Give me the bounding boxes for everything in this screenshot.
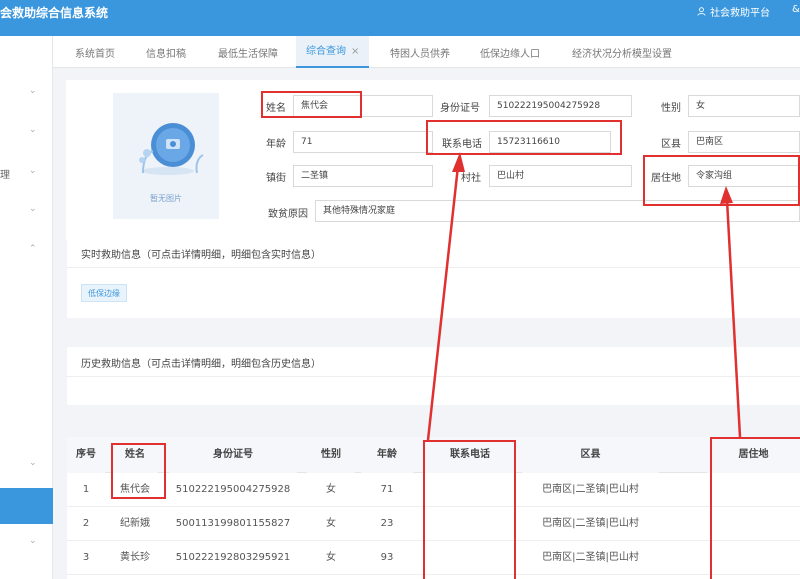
no-image-caption: 暂无图片 bbox=[150, 194, 182, 203]
cell-name: 黄长珍 bbox=[120, 552, 150, 563]
sidebar-item-label[interactable]: 理 bbox=[0, 166, 10, 181]
col-header-index: 序号 bbox=[67, 437, 105, 473]
col-header-name: 姓名 bbox=[112, 437, 158, 473]
id-number-input[interactable]: 510222195004275928 bbox=[489, 95, 632, 117]
cell-age: 23 bbox=[380, 518, 394, 529]
cell-id: 510222195004275928 bbox=[175, 484, 291, 495]
village-input[interactable]: 巴山村 bbox=[489, 165, 632, 187]
sidebar: ⌄ ⌄ 理 ⌄ ⌄ ⌃ ⌄ ⌄ bbox=[0, 36, 53, 579]
low-income-edge-tag[interactable]: 低保边缘 bbox=[81, 284, 127, 302]
cell-district: 巴南区|二圣镇|巴山村 bbox=[542, 484, 639, 495]
phone-input[interactable]: 15723116610 bbox=[489, 131, 611, 153]
id-number-label: 身份证号 bbox=[440, 103, 480, 114]
cell-residence bbox=[707, 541, 800, 575]
col-header-id: 身份证号 bbox=[169, 437, 297, 473]
age-input[interactable]: 71 bbox=[293, 131, 433, 153]
phone-label: 联系电话 bbox=[442, 139, 482, 150]
realtime-assistance-panel: 实时救助信息（可点击详情明细，明细包含实时信息） 低保边缘 bbox=[67, 238, 800, 318]
street-input[interactable]: 二圣镇 bbox=[293, 165, 433, 187]
cell-name: 焦代会 bbox=[120, 484, 150, 495]
sidebar-chevron-6-icon[interactable]: ⌄ bbox=[29, 458, 37, 468]
top-header: 会救助综合信息系统 社会救助平台 & bbox=[0, 0, 800, 36]
tab-comprehensive-query-label: 综合查询 bbox=[306, 46, 346, 57]
col-header-residence: 居住地 bbox=[707, 437, 800, 473]
table-row[interactable]: 1 焦代会 510222195004275928 女 71 巴南区|二圣镇|巴山… bbox=[67, 473, 800, 507]
sidebar-active-item[interactable] bbox=[0, 488, 53, 524]
results-table: 序号 姓名 身份证号 性别 年龄 联系电话 区县 居住地 1 焦代会 51022… bbox=[67, 437, 800, 579]
village-label: 村社 bbox=[461, 173, 481, 184]
header-overflow-text: & bbox=[792, 4, 800, 15]
cell-district: 巴南区|二圣镇|巴山村 bbox=[542, 518, 639, 529]
sidebar-chevron-4-icon[interactable]: ⌄ bbox=[29, 204, 37, 214]
panel-divider bbox=[67, 267, 800, 268]
gender-label: 性别 bbox=[661, 103, 681, 114]
cell-residence bbox=[707, 473, 800, 507]
col-header-gender: 性别 bbox=[307, 437, 355, 473]
cell-phone bbox=[424, 473, 516, 507]
cell-phone bbox=[424, 507, 516, 541]
district-input[interactable]: 巴南区 bbox=[688, 131, 800, 153]
cell-residence bbox=[707, 507, 800, 541]
name-label: 姓名 bbox=[266, 103, 286, 114]
poverty-reason-label: 致贫原因 bbox=[268, 209, 308, 220]
panel-divider bbox=[67, 376, 800, 377]
cell-index: 2 bbox=[82, 518, 90, 529]
tab-info[interactable]: 信息扣稿 bbox=[146, 45, 186, 60]
cell-id: 500113199801155827 bbox=[175, 518, 291, 529]
tab-low-income-edge[interactable]: 低保边缘人口 bbox=[480, 45, 540, 60]
sidebar-chevron-3-icon[interactable]: ⌄ bbox=[29, 166, 37, 176]
poverty-reason-input[interactable]: 其他特殊情况家庭 bbox=[315, 200, 800, 222]
history-panel-title: 历史救助信息（可点击详情明细，明细包含历史信息） bbox=[81, 359, 321, 370]
close-icon[interactable]: × bbox=[351, 46, 359, 57]
col-header-district: 区县 bbox=[522, 437, 659, 473]
tab-bar: 系统首页 信息扣稿 最低生活保障 综合查询 × 特困人员供养 低保边缘人口 经济状… bbox=[53, 36, 800, 68]
cell-id: 510222192803295921 bbox=[175, 552, 291, 563]
photo-placeholder: 暂无图片 bbox=[113, 93, 219, 219]
tab-min-living[interactable]: 最低生活保障 bbox=[218, 45, 278, 60]
realtime-panel-title: 实时救助信息（可点击详情明细，明细包含实时信息） bbox=[81, 250, 321, 261]
cell-gender: 女 bbox=[326, 552, 336, 563]
app-title: 会救助综合信息系统 bbox=[0, 6, 109, 20]
user-icon bbox=[697, 7, 706, 16]
gender-input[interactable]: 女 bbox=[688, 95, 800, 117]
district-label: 区县 bbox=[661, 139, 681, 150]
residence-label: 居住地 bbox=[651, 173, 681, 184]
cell-phone bbox=[424, 541, 516, 575]
cell-age: 71 bbox=[380, 484, 394, 495]
cell-name: 纪新娥 bbox=[120, 518, 150, 529]
cell-index: 3 bbox=[82, 552, 90, 563]
tab-special-support[interactable]: 特困人员供养 bbox=[390, 45, 450, 60]
table-row[interactable]: 2 纪新娥 500113199801155827 女 23 巴南区|二圣镇|巴山… bbox=[67, 507, 800, 541]
cell-index: 1 bbox=[82, 484, 90, 495]
tab-comprehensive-query[interactable]: 综合查询 × bbox=[296, 36, 370, 68]
no-image-icon bbox=[139, 123, 204, 175]
cell-age: 93 bbox=[380, 552, 394, 563]
sidebar-chevron-1-icon[interactable]: ⌄ bbox=[29, 86, 37, 96]
history-assistance-panel: 历史救助信息（可点击详情明细，明细包含历史信息） bbox=[67, 347, 800, 405]
table-row[interactable]: 3 黄长珍 510222192803295921 女 93 巴南区|二圣镇|巴山… bbox=[67, 541, 800, 575]
street-label: 镇街 bbox=[266, 173, 286, 184]
age-label: 年龄 bbox=[266, 139, 286, 150]
platform-label: 社会救助平台 bbox=[710, 8, 770, 19]
col-header-phone: 联系电话 bbox=[424, 437, 516, 473]
col-header-age: 年龄 bbox=[361, 437, 413, 473]
sidebar-chevron-7-icon[interactable]: ⌄ bbox=[29, 536, 37, 546]
name-input[interactable]: 焦代会 bbox=[293, 95, 433, 117]
tab-home[interactable]: 系统首页 bbox=[75, 45, 115, 60]
sidebar-chevron-5-icon[interactable]: ⌃ bbox=[29, 244, 37, 254]
cell-district: 巴南区|二圣镇|巴山村 bbox=[542, 552, 639, 563]
platform-link[interactable]: 社会救助平台 bbox=[697, 4, 770, 19]
residence-input[interactable]: 令家沟组 bbox=[688, 165, 800, 187]
sidebar-chevron-2-icon[interactable]: ⌄ bbox=[29, 125, 37, 135]
cell-gender: 女 bbox=[326, 484, 336, 495]
tab-economic-model[interactable]: 经济状况分析模型设置 bbox=[572, 45, 672, 60]
cell-gender: 女 bbox=[326, 518, 336, 529]
